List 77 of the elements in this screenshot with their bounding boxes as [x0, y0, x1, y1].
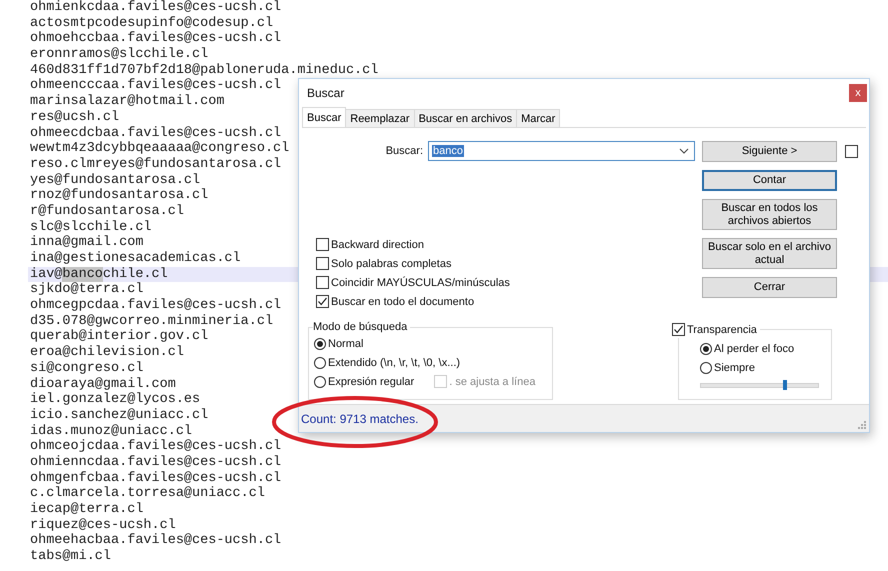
- checkbox-label: Transparencia: [687, 324, 757, 336]
- checkbox-label: Buscar en todo el documento: [331, 296, 474, 308]
- text-line: eroa@chilevision.cl: [30, 345, 184, 360]
- checkbox[interactable]: [316, 238, 329, 251]
- checkbox[interactable]: [316, 257, 329, 270]
- text-line: ohmceojcdaa.faviles@ces-ucsh.cl: [30, 439, 282, 454]
- radio-label: Siempre: [714, 362, 755, 374]
- radio-button[interactable]: [314, 376, 326, 388]
- checkbox-label: . se ajusta a línea: [449, 376, 536, 388]
- text-line: 460d831ff1d707bf2d18@pabloneruda.mineduc.cl: [30, 62, 378, 78]
- text-line: idas.munoz@uniacc.cl: [30, 424, 192, 439]
- text-line: ohmienncdaa.faviles@ces-ucsh.cl: [30, 454, 282, 470]
- radio-button[interactable]: [700, 342, 712, 354]
- checkbox[interactable]: [316, 276, 329, 289]
- slider-thumb[interactable]: [783, 380, 788, 390]
- status-text: Count: 9713 matches.: [301, 412, 418, 426]
- text-line: actosmtpcodesupinfo@codesup.cl: [30, 16, 274, 31]
- text-line: slc@slcchile.cl: [30, 220, 152, 235]
- text-line: querab@interior.gov.cl: [30, 329, 208, 344]
- text-line: ohmgenfcbaa.faviles@ces-ucsh.cl: [30, 470, 282, 486]
- tab[interactable]: Buscar en archivos: [414, 109, 518, 127]
- checkbox[interactable]: [672, 323, 685, 336]
- find-label: Buscar:: [386, 145, 423, 157]
- checkbox-label: Backward direction: [331, 238, 424, 250]
- text-line: dioaraya@gmail.com: [30, 376, 176, 392]
- window-title: Buscar: [307, 86, 344, 100]
- radio-button[interactable]: [314, 338, 326, 350]
- checkbox[interactable]: [316, 295, 329, 308]
- text-line: ohmeecdcbaa.faviles@ces-ucsh.cl: [30, 126, 282, 140]
- dropdown-icon[interactable]: [679, 148, 689, 154]
- radio-label: Extendido (\n, \r, \t, \0, \x...): [328, 356, 460, 368]
- dialog-button[interactable]: Siguiente >: [702, 141, 837, 162]
- text-line: iecap@terra.cl: [30, 502, 144, 517]
- text-line: ina@gestionesacademicas.cl: [30, 251, 241, 266]
- text-line: c.clmarcela.torresa@uniacc.cl: [30, 486, 265, 502]
- tab[interactable]: Marcar: [516, 109, 560, 127]
- text-line: ohmienkcdaa.faviles@ces-ucsh.cl: [30, 0, 282, 15]
- radio-label: Expresión regular: [328, 376, 414, 388]
- checkbox-label: Solo palabras completas: [331, 258, 452, 270]
- text-line: ohmoehccbaa.faviles@ces-ucsh.cl: [30, 31, 282, 46]
- search-field[interactable]: banco: [428, 141, 695, 161]
- radio-button[interactable]: [314, 356, 326, 368]
- text-line: reso.clmreyes@fundosantarosa.cl: [30, 156, 282, 172]
- group-title: Modo de búsqueda: [313, 321, 408, 333]
- text-line: r@fundosantarosa.cl: [30, 204, 184, 219]
- text-line: res@ucsh.cl: [30, 110, 120, 125]
- radio-label: Normal: [328, 338, 364, 350]
- radio-button[interactable]: [700, 362, 712, 374]
- text-line: riquez@ces-ucsh.cl: [30, 518, 176, 533]
- text-line: yes@fundosantarosa.cl: [30, 172, 200, 188]
- text-line: ohmeehacbaa.faviles@ces-ucsh.cl: [30, 533, 282, 548]
- text-line: inna@gmail.com: [30, 235, 144, 250]
- text-line: ohmeencccaa.faviles@ces-ucsh.cl: [30, 78, 282, 94]
- dialog-button[interactable]: Buscar solo en el archivo actual: [702, 238, 837, 269]
- text-line: iav@bancochile.cl: [30, 266, 168, 282]
- text-line: si@congreso.cl: [30, 360, 144, 376]
- dialog-button[interactable]: Cerrar: [702, 277, 837, 298]
- text-line: marinsalazar@hotmail.com: [30, 94, 224, 110]
- radio-label: Al perder el foco: [714, 342, 794, 354]
- tab[interactable]: Reemplazar: [345, 109, 415, 127]
- slider[interactable]: [700, 383, 819, 388]
- text-line: tabs@mi.cl: [30, 549, 112, 564]
- close-button[interactable]: x: [849, 84, 867, 102]
- dialog-button[interactable]: Contar: [702, 170, 837, 191]
- resize-grip-icon[interactable]: [858, 421, 866, 429]
- tab[interactable]: Buscar: [302, 107, 346, 127]
- checkbox-label: Coincidir MAYÚSCULAS/minúsculas: [331, 276, 510, 288]
- text-line: d35.078@gwcorreo.minmineria.cl: [30, 314, 274, 329]
- text-line: icio.sanchez@uniacc.cl: [30, 408, 208, 423]
- dialog-button[interactable]: Buscar en todos los archivos abiertos: [702, 199, 837, 230]
- text-line: ohmcegpcdaa.faviles@ces-ucsh.cl: [30, 298, 282, 314]
- checkbox[interactable]: [845, 145, 858, 158]
- text-line: wewtm4z3dcybbqeaaaaa@congreso.cl: [30, 141, 290, 156]
- text-line: rnoz@fundosantarosa.cl: [30, 188, 208, 204]
- text-line: iel.gonzalez@lycos.es: [30, 392, 200, 408]
- text-line: sjkdo@terra.cl: [30, 282, 144, 298]
- text-line: eronnramos@slcchile.cl: [30, 47, 208, 62]
